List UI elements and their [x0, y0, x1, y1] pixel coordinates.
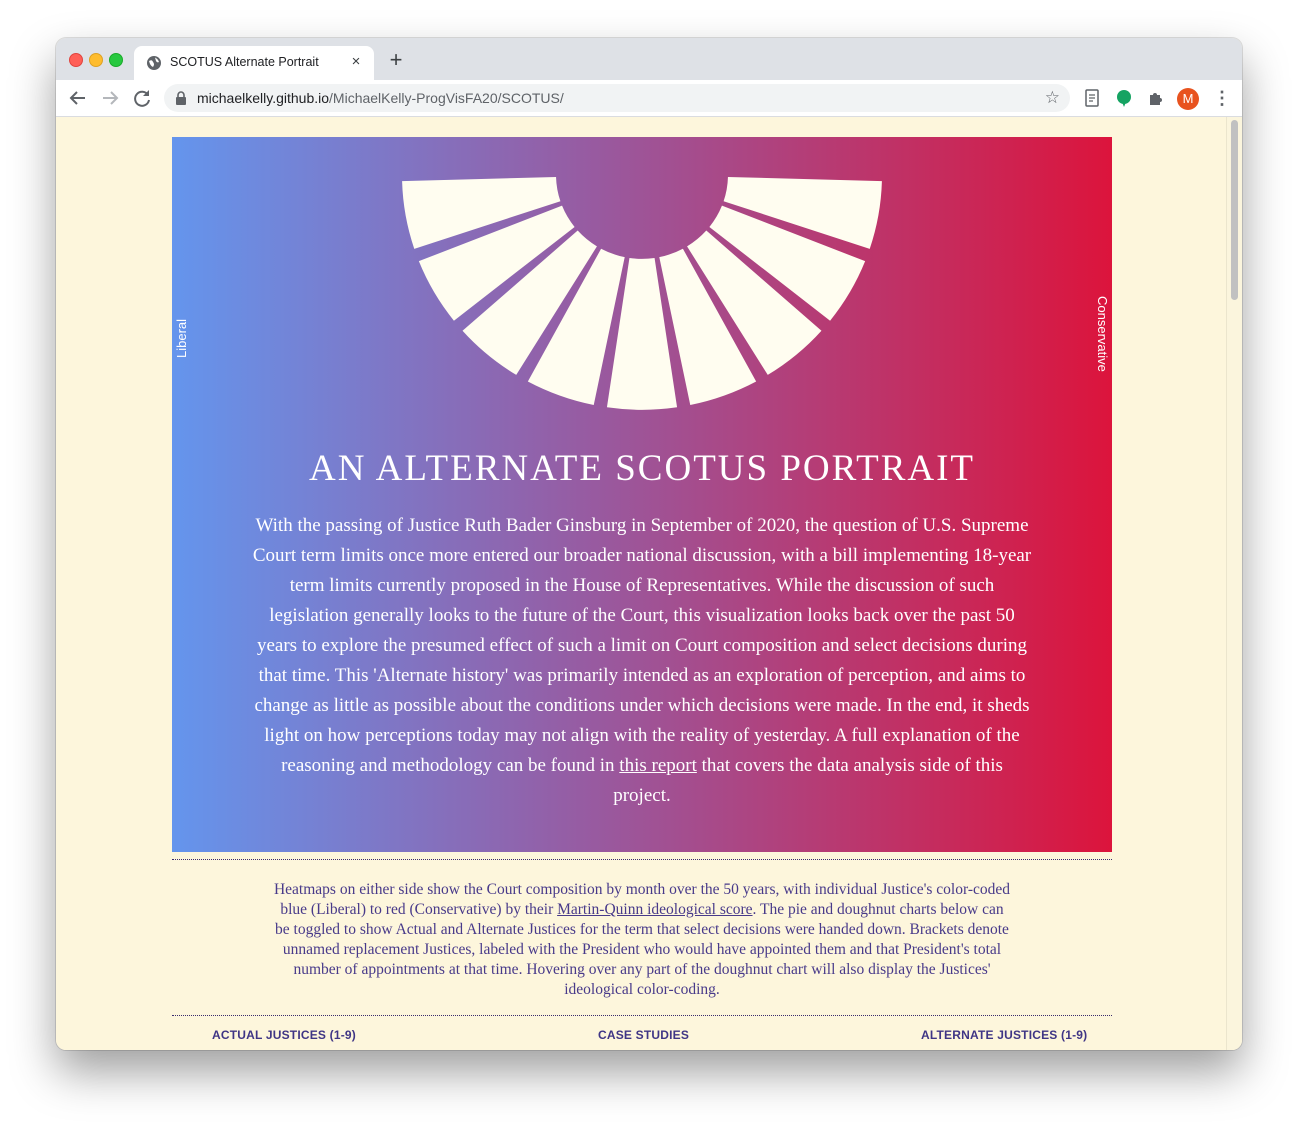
minimize-window-button[interactable]	[89, 53, 103, 67]
divider	[172, 1015, 1112, 1016]
alternate-justices-header[interactable]: ALTERNATE JUSTICES (1-9)	[921, 1028, 1087, 1042]
divider	[172, 859, 1112, 860]
actual-justices-header[interactable]: ACTUAL JUSTICES (1-9)	[212, 1028, 356, 1042]
description-paragraph: Heatmaps on either side show the Court c…	[272, 880, 1012, 1000]
page-icon[interactable]	[1082, 88, 1102, 108]
new-tab-button[interactable]: +	[386, 49, 406, 71]
lock-icon	[176, 91, 186, 105]
page-title: AN ALTERNATE SCOTUS PORTRAIT	[308, 448, 976, 489]
back-icon[interactable]	[66, 86, 90, 110]
case-studies-header[interactable]: CASE STUDIES	[598, 1028, 689, 1042]
report-link[interactable]: this report	[619, 755, 697, 776]
page-viewport: Liberal Conservative AN ALTERNATE SCOTUS…	[56, 117, 1242, 1050]
browser-window: SCOTUS Alternate Portrait × + michaelkel…	[56, 38, 1242, 1050]
star-icon[interactable]: ☆	[1045, 88, 1060, 108]
intro-text: With the passing of Justice Ruth Bader G…	[252, 515, 1032, 776]
globe-icon	[147, 56, 161, 70]
liberal-label: Liberal	[174, 318, 189, 358]
tab-title: SCOTUS Alternate Portrait	[170, 55, 319, 69]
martin-quinn-link[interactable]: Martin-Quinn ideological score	[557, 901, 752, 918]
conservative-label: Conservative	[1095, 296, 1110, 372]
grammarly-icon[interactable]	[1114, 88, 1134, 108]
tab-strip: SCOTUS Alternate Portrait × +	[56, 38, 1242, 80]
scrollbar-thumb[interactable]	[1231, 120, 1238, 300]
avatar[interactable]: M	[1177, 88, 1199, 110]
url-text: michaelkelly.github.io/MichaelKelly-Prog…	[197, 90, 564, 106]
url-host: michaelkelly.github.io	[197, 90, 330, 106]
url-path: /MichaelKelly-ProgVisFA20/SCOTUS/	[329, 90, 564, 106]
browser-toolbar: michaelkelly.github.io/MichaelKelly-Prog…	[56, 80, 1242, 117]
forward-icon[interactable]	[98, 86, 122, 110]
close-window-button[interactable]	[69, 53, 83, 67]
address-bar[interactable]: michaelkelly.github.io/MichaelKelly-Prog…	[164, 84, 1070, 112]
reload-icon[interactable]	[130, 86, 154, 110]
tab-close-icon[interactable]: ×	[346, 52, 366, 72]
court-seats-graphic	[402, 176, 882, 410]
hero-banner: Liberal Conservative AN ALTERNATE SCOTUS…	[172, 137, 1112, 852]
puzzle-icon[interactable]	[1146, 88, 1166, 108]
zoom-window-button[interactable]	[109, 53, 123, 67]
intro-paragraph: With the passing of Justice Ruth Bader G…	[252, 511, 1032, 811]
kebab-menu-icon[interactable]: ⋮	[1213, 86, 1231, 110]
scrollbar[interactable]	[1226, 117, 1242, 1050]
tab-scotus[interactable]: SCOTUS Alternate Portrait ×	[134, 46, 374, 80]
